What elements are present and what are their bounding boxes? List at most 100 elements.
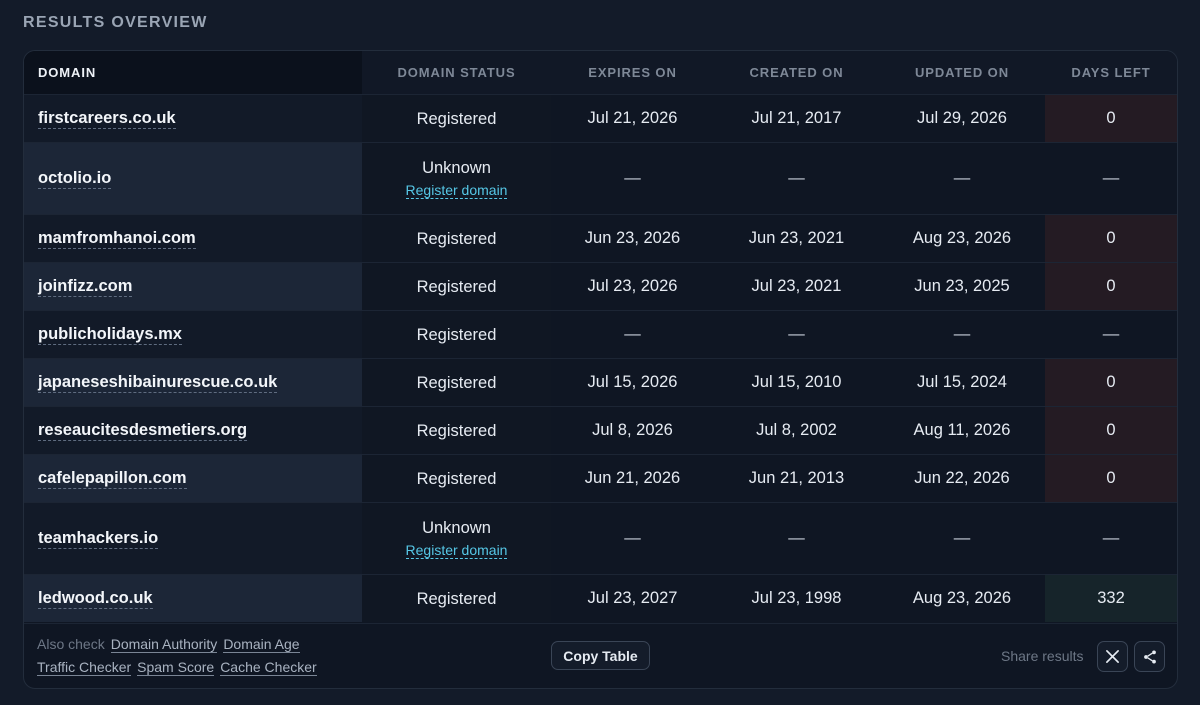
domain-cell: reseaucitesdesmetiers.org [24,406,362,455]
domain-cell: japaneseshibainurescue.co.uk [24,358,362,407]
created-cell: Jul 8, 2002 [714,406,879,455]
updated-cell: Jul 15, 2024 [879,358,1045,407]
status-text: Registered [416,325,497,344]
status-text: Registered [416,229,497,248]
domain-cell: joinfizz.com [24,262,362,311]
status-text: Unknown [422,159,491,177]
domain-link[interactable]: ledwood.co.uk [38,589,153,609]
status-cell: Registered [362,574,551,622]
register-domain-link[interactable]: Register domain [405,182,508,199]
domain-cell: mamfromhanoi.com [24,214,362,263]
column-header-updated[interactable]: UPDATED ON [879,51,1045,95]
status-cell: Unknown Register domain [362,142,551,215]
created-cell: — [714,310,879,359]
table-row: octolio.io Unknown Register domain — — — — [24,142,1177,215]
status-text: Registered [416,373,497,392]
expires-cell: — [551,502,714,575]
updated-cell: Aug 23, 2026 [879,574,1045,622]
status-cell: Registered [362,214,551,263]
link-spam-score[interactable]: Spam Score [137,659,215,676]
expires-cell: Jul 15, 2026 [551,358,714,407]
table-row: japaneseshibainurescue.co.uk Registered Ju… [24,358,1177,407]
expires-cell: Jul 23, 2027 [551,574,714,622]
updated-cell: Jun 22, 2026 [879,454,1045,503]
updated-cell: Aug 23, 2026 [879,214,1045,263]
expires-cell: Jun 21, 2026 [551,454,714,503]
days-left-cell: 0 [1045,214,1177,263]
table-header-row: DOMAIN DOMAIN STATUS EXPIRES ON CREATED … [24,51,1177,95]
link-traffic-checker[interactable]: Traffic Checker [37,659,132,676]
share-x-button[interactable] [1097,641,1128,672]
table-row: firstcareers.co.uk Registered Jul 21, 2026… [24,94,1177,143]
domain-link[interactable]: reseaucitesdesmetiers.org [38,421,248,441]
days-left-cell: — [1045,502,1177,575]
column-header-status[interactable]: DOMAIN STATUS [362,51,551,95]
updated-cell: — [879,502,1045,575]
domain-link[interactable]: cafelepapillon.com [38,469,187,489]
domain-link[interactable]: mamfromhanoi.com [38,229,196,249]
updated-cell: Jun 23, 2025 [879,262,1045,311]
domain-link[interactable]: japaneseshibainurescue.co.uk [38,373,278,393]
status-cell: Registered [362,94,551,143]
created-cell: — [714,502,879,575]
created-cell: Jul 21, 2017 [714,94,879,143]
table-row: ledwood.co.uk Registered Jul 23, 2027 Jul 2… [24,574,1177,622]
table-footer: Also check Domain Authority Domain Age Tra… [24,623,1177,688]
link-domain-age[interactable]: Domain Age [223,636,300,653]
domain-link[interactable]: publicholidays.mx [38,325,182,345]
share-button[interactable] [1134,641,1165,672]
table-row: reseaucitesdesmetiers.org Registered Jul 8… [24,406,1177,455]
days-left-cell: 0 [1045,406,1177,455]
domain-link[interactable]: octolio.io [38,169,112,189]
also-check: Also check Domain Authority Domain Age Tra… [37,636,317,676]
link-cache-checker[interactable]: Cache Checker [220,659,317,676]
share-results-label: Share results [1001,648,1084,664]
results-table: DOMAIN DOMAIN STATUS EXPIRES ON CREATED … [24,51,1177,622]
column-header-days-left[interactable]: DAYS LEFT [1045,51,1177,95]
link-domain-authority[interactable]: Domain Authority [110,636,218,653]
days-left-cell: 0 [1045,358,1177,407]
status-cell: Registered [362,358,551,407]
created-cell: Jul 23, 1998 [714,574,879,622]
column-header-expires[interactable]: EXPIRES ON [551,51,714,95]
expires-cell: Jul 8, 2026 [551,406,714,455]
created-cell: Jul 15, 2010 [714,358,879,407]
updated-cell: — [879,142,1045,215]
table-row: joinfizz.com Registered Jul 23, 2026 Jul 23… [24,262,1177,311]
expires-cell: Jun 23, 2026 [551,214,714,263]
status-text: Registered [416,589,497,608]
created-cell: Jun 21, 2013 [714,454,879,503]
share-icon [1143,649,1156,664]
created-cell: Jun 23, 2021 [714,214,879,263]
updated-cell: — [879,310,1045,359]
column-header-domain[interactable]: DOMAIN [24,51,362,95]
domain-cell: octolio.io [24,142,362,215]
domain-cell: ledwood.co.uk [24,574,362,622]
status-cell: Unknown Register domain [362,502,551,575]
table-row: teamhackers.io Unknown Register domain — — — — [24,502,1177,575]
table-row: cafelepapillon.com Registered Jun 21, 2026… [24,454,1177,503]
section-title: RESULTS OVERVIEW [23,14,208,31]
column-header-created[interactable]: CREATED ON [714,51,879,95]
status-cell: Registered [362,310,551,359]
status-cell: Registered [362,454,551,503]
status-text: Unknown [422,519,491,537]
also-check-label: Also check [37,636,105,652]
copy-table-button[interactable]: Copy Table [551,641,650,670]
table-row: publicholidays.mx Registered — — — — [24,310,1177,359]
domain-link[interactable]: joinfizz.com [38,277,133,297]
created-cell: — [714,142,879,215]
domain-link[interactable]: firstcareers.co.uk [38,109,176,129]
status-text: Registered [416,469,497,488]
domain-link[interactable]: teamhackers.io [38,529,159,549]
expires-cell: Jul 23, 2026 [551,262,714,311]
days-left-cell: 0 [1045,94,1177,143]
days-left-cell: 0 [1045,262,1177,311]
status-cell: Registered [362,406,551,455]
days-left-cell: 0 [1045,454,1177,503]
register-domain-link[interactable]: Register domain [405,542,508,559]
status-text: Registered [416,277,497,296]
domain-cell: cafelepapillon.com [24,454,362,503]
days-left-cell: — [1045,142,1177,215]
status-text: Registered [416,421,497,440]
